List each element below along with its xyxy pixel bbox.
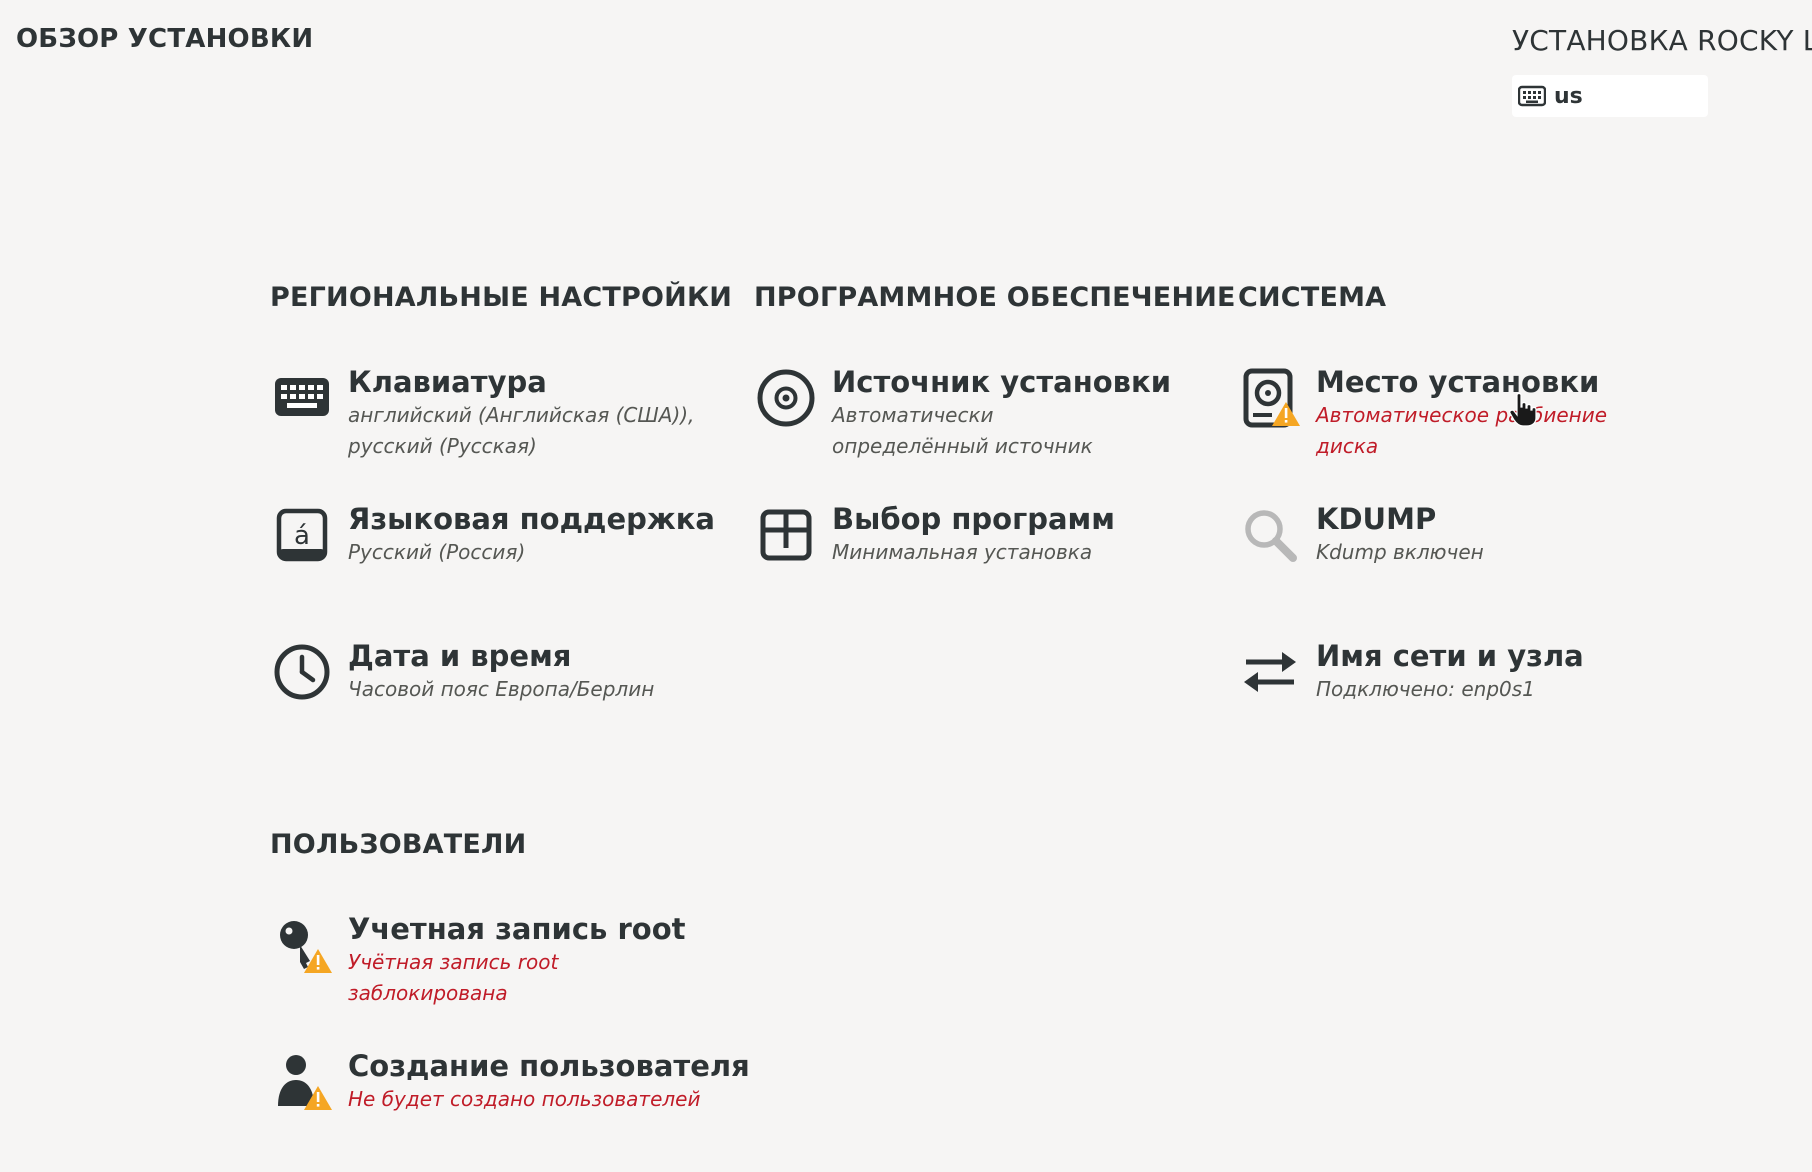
spoke-installation-source[interactable]: Источник установки Автоматически определ… [754,364,1171,462]
keyboard-icon [275,378,329,416]
spoke-network-status: Подключено: enp0s1 [1316,677,1535,701]
spoke-kdump-status: Kdump включен [1316,540,1484,564]
spoke-user-creation[interactable]: Создание пользователя Не будет создано п… [270,1048,750,1115]
spoke-user-title: Создание пользователя [348,1049,750,1083]
spoke-root-title: Учетная запись root [348,912,686,946]
keyboard-layout-indicator[interactable]: us [1512,75,1708,117]
spoke-kdump-title: KDUMP [1316,502,1437,536]
spoke-installation-destination[interactable]: Место установки Автоматическое разбиение… [1238,364,1607,462]
network-arrows-icon [1244,652,1296,692]
category-software: ПРОГРАММНОЕ ОБЕСПЕЧЕНИЕ [754,282,1236,313]
package-icon [760,509,812,561]
clock-icon [274,644,330,700]
hand-cursor-icon [1509,392,1537,427]
spoke-keyboard[interactable]: Клавиатура английский (Английская (США))… [270,364,694,462]
product-title: УСТАНОВКА ROCKY LI [1512,24,1812,57]
category-localization: РЕГИОНАЛЬНЫЕ НАСТРОЙКИ [270,282,733,313]
spoke-datetime-title: Дата и время [348,639,572,673]
harddisk-warning-icon [1243,368,1300,428]
category-users: ПОЛЬЗОВАТЕЛИ [270,829,527,860]
spoke-language-title: Языковая поддержка [348,502,715,536]
spoke-destination-status: Автоматическое разбиение диска [1316,403,1608,458]
spoke-language[interactable]: á Языковая поддержка Русский (Россия) [270,501,715,568]
spoke-software-selection[interactable]: Выбор программ Минимальная установка [754,501,1115,568]
spoke-software-title: Выбор программ [832,502,1115,536]
language-icon: á [276,508,328,562]
magnifier-icon [1245,510,1297,562]
spoke-keyboard-status: английский (Английская (США)), русский (… [348,403,695,458]
spoke-source-title: Источник установки [832,365,1172,399]
keyboard-layout-label: us [1554,83,1583,109]
keyboard-icon [1518,85,1546,107]
key-warning-icon [280,921,332,973]
user-warning-icon [278,1055,332,1110]
svg-text:á: á [294,521,310,551]
spoke-source-status: Автоматически определённый источник [832,403,1093,458]
spoke-keyboard-title: Клавиатура [348,365,547,399]
page-title: ОБЗОР УСТАНОВКИ [16,24,314,54]
category-system: СИСТЕМА [1238,282,1387,313]
spoke-destination-title: Место установки [1316,365,1600,399]
disc-icon [757,369,815,427]
spoke-network[interactable]: Имя сети и узла Подключено: enp0s1 [1238,638,1584,705]
spoke-language-status: Русский (Россия) [348,540,526,564]
spoke-root-account[interactable]: Учетная запись root Учётная запись root … [270,911,685,1009]
spoke-network-title: Имя сети и узла [1316,639,1584,673]
spoke-datetime[interactable]: Дата и время Часовой пояс Европа/Берлин [270,638,654,705]
spoke-datetime-status: Часовой пояс Европа/Берлин [348,677,655,701]
spoke-kdump[interactable]: KDUMP Kdump включен [1238,501,1484,568]
spoke-root-status: Учётная запись root заблокирована [348,950,559,1005]
spoke-user-status: Не будет создано пользователей [348,1087,701,1111]
spoke-software-status: Минимальная установка [832,540,1093,564]
